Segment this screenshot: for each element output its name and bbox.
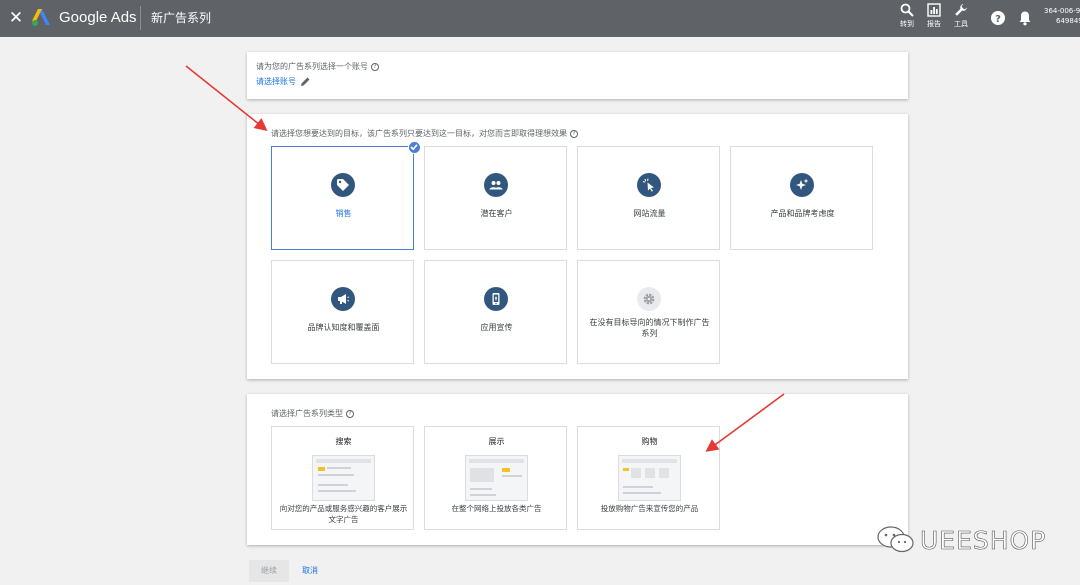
annotation-arrow-goal	[185, 65, 268, 131]
annotation-arrows	[185, 65, 785, 452]
watermark-text: UEESHOP	[920, 526, 1047, 556]
ueeshop-watermark: UEESHOP	[876, 520, 1066, 560]
annotation-arrow-shopping	[705, 393, 785, 452]
wechat-icon	[877, 526, 914, 553]
